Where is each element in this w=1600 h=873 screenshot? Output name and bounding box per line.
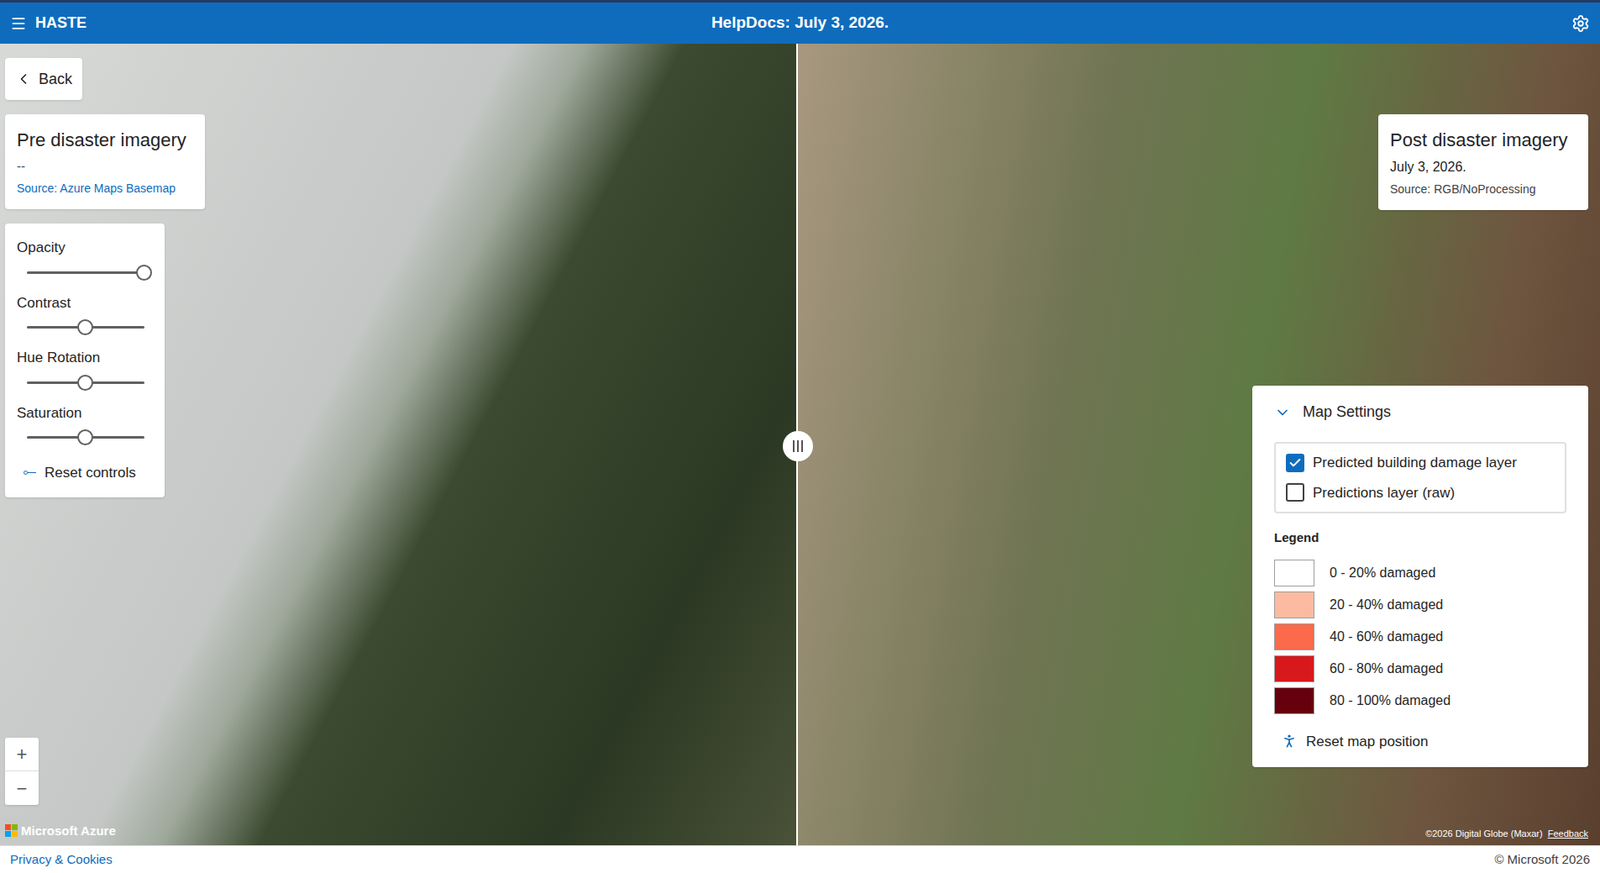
card-source[interactable]: Source: Azure Maps Basemap [16, 179, 194, 198]
app: HASTE HelpDocs: July 3, 2026. Back Pre disa… [0, 0, 1600, 873]
person-icon [1280, 732, 1298, 750]
zoom-controls: +− [5, 737, 39, 805]
slider-row: Contrast [16, 292, 153, 336]
slider-label: Hue Rotation [16, 346, 153, 369]
checkbox[interactable] [1285, 482, 1305, 502]
legend-swatch [1274, 655, 1315, 682]
slider-row: Saturation [16, 402, 153, 446]
legend-title: Legend [1274, 528, 1567, 548]
zoom-in-button[interactable]: + [5, 737, 39, 772]
checkbox[interactable] [1285, 453, 1305, 473]
legend-item: 40 - 60% damaged [1274, 623, 1567, 651]
back-button[interactable]: Back [5, 57, 83, 100]
map-settings-header[interactable]: Map Settings [1274, 400, 1567, 424]
legend-swatch [1274, 559, 1315, 587]
slider-thumb[interactable] [136, 264, 153, 281]
layer-checkbox-row[interactable]: Predictions layer (raw) [1285, 482, 1555, 504]
legend-item: 80 - 100% damaged [1274, 687, 1567, 714]
slider[interactable] [26, 263, 145, 281]
microsoft-icon [5, 823, 18, 837]
slider-thumb[interactable] [77, 319, 94, 336]
legend-item: 20 - 40% damaged [1274, 591, 1567, 619]
check-icon [1288, 456, 1302, 470]
feedback-link[interactable]: Feedback [1547, 826, 1589, 841]
privacy-link[interactable]: Privacy & Cookies [10, 849, 113, 870]
legend-swatch [1274, 687, 1315, 714]
footer: Privacy & Cookies © Microsoft 2026 [0, 844, 1600, 873]
slider-thumb[interactable] [77, 374, 94, 391]
legend-swatch [1274, 623, 1315, 651]
zoom-out-button[interactable]: − [5, 771, 39, 805]
card-date: -- [16, 157, 194, 177]
copyright: © Microsoft 2026 [1494, 849, 1590, 870]
card-title: Pre disaster imagery [16, 125, 194, 154]
slider-label: Contrast [16, 292, 153, 315]
layers-box: Predicted building damage layer Predictio… [1274, 441, 1567, 514]
legend: 0 - 20% damaged 20 - 40% damaged 40 - 60% … [1274, 559, 1567, 714]
card-title: Post disaster imagery [1390, 125, 1577, 154]
slider[interactable] [26, 318, 145, 336]
legend-item: 60 - 80% damaged [1274, 655, 1567, 682]
reset-controls-button[interactable]: Reset controls [23, 461, 153, 484]
app-name: HASTE [35, 11, 87, 35]
slider-label: Saturation [16, 402, 153, 425]
map[interactable]: Back Pre disaster imagery -- Source: Azure … [0, 43, 1600, 845]
reset-icon [23, 470, 37, 475]
reset-map-position-button[interactable]: Reset map position [1280, 730, 1567, 753]
slider-label: Opacity [16, 236, 153, 259]
chevron-left-icon [15, 70, 32, 88]
hamburger-icon[interactable] [10, 15, 27, 32]
slider-row: Opacity [16, 236, 153, 281]
post-disaster-card: Post disaster imagery July 3, 2026. Source… [1378, 114, 1589, 210]
map-settings-panel: Map Settings Predicted building damage la… [1252, 385, 1589, 767]
header-bar: HASTE HelpDocs: July 3, 2026. [0, 0, 1600, 44]
layer-checkbox-row[interactable]: Predicted building damage layer [1285, 451, 1555, 474]
card-date: July 3, 2026. [1390, 157, 1577, 178]
gear-icon[interactable] [1571, 14, 1590, 33]
divider-handle[interactable] [782, 430, 814, 462]
slider-row: Hue Rotation [16, 346, 153, 391]
slider[interactable] [26, 373, 145, 391]
attribution: ©2026 Digital Globe (Maxar)Feedback [1425, 826, 1589, 841]
legend-swatch [1274, 591, 1315, 619]
slider-track [26, 271, 145, 274]
chevron-down-icon [1274, 403, 1291, 421]
pre-disaster-card: Pre disaster imagery -- Source: Azure Maps… [5, 114, 205, 210]
slider-thumb[interactable] [77, 429, 94, 446]
slider[interactable] [26, 428, 145, 446]
image-controls-panel: Opacity Contrast Hue Rotation Saturation Res… [5, 223, 165, 498]
header-title: HelpDocs: July 3, 2026. [711, 10, 889, 36]
legend-item: 0 - 20% damaged [1274, 559, 1567, 587]
azure-logo: Microsoft Azure [5, 821, 116, 841]
card-source: Source: RGB/NoProcessing [1390, 180, 1577, 199]
